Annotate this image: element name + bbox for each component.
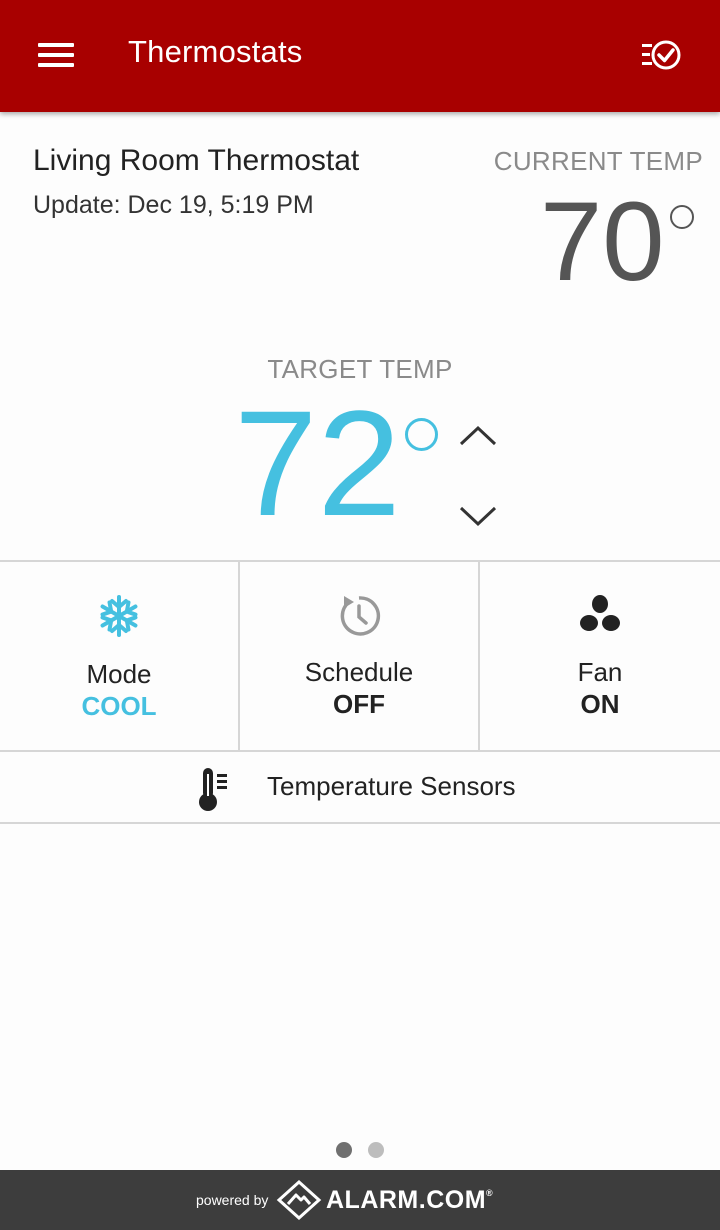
mode-tile[interactable]: Mode COOL [0, 563, 238, 749]
schedule-tile[interactable]: Schedule OFF [240, 563, 478, 749]
fan-tile[interactable]: Fan ON [480, 563, 720, 749]
schedule-label: Schedule [304, 657, 414, 687]
decrease-target-button[interactable] [452, 500, 504, 540]
increase-target-button[interactable] [452, 418, 504, 458]
app-bar: Thermostats [0, 0, 720, 112]
page-indicator-dot[interactable] [368, 1142, 384, 1158]
mode-value: COOL [81, 691, 157, 721]
registered-mark: ® [486, 1188, 494, 1198]
page-title: Thermostats [128, 34, 303, 69]
chevron-down-icon [459, 506, 497, 527]
last-update-text: Update: Dec 19, 5:19 PM [33, 191, 314, 219]
degree-icon [670, 205, 694, 229]
fan-label: Fan [577, 657, 623, 687]
mode-label: Mode [86, 659, 152, 689]
snowflake-icon [100, 595, 138, 637]
brand-name-text: ALARM.COM [326, 1186, 487, 1214]
menu-button[interactable] [28, 36, 84, 76]
thermostat-name: Living Room Thermostat [33, 144, 360, 177]
divider [0, 822, 720, 824]
page-indicator-dot-active[interactable] [336, 1142, 352, 1158]
powered-by-footer: powered by ALARM.COM® [0, 1170, 720, 1230]
chevron-up-icon [459, 425, 497, 446]
powered-by-text: powered by [196, 1192, 269, 1208]
checklist-button[interactable] [636, 34, 692, 78]
current-temp-value: 70 [540, 179, 665, 304]
fan-value: ON [580, 689, 620, 719]
temperature-sensors-label: Temperature Sensors [267, 771, 516, 801]
current-temp-label: CURRENT TEMP [493, 146, 703, 176]
target-temp-value: 72 [234, 379, 401, 547]
alarm-com-logo-icon [276, 1180, 322, 1220]
thermometer-icon [199, 768, 227, 811]
schedule-clock-icon [340, 596, 381, 636]
fan-icon [580, 595, 620, 631]
checklist-check-icon [642, 40, 681, 70]
divider [0, 560, 720, 562]
schedule-value: OFF [333, 689, 385, 719]
brand-name: ALARM.COM® [326, 1186, 493, 1215]
degree-icon [405, 418, 438, 451]
temperature-sensors-row[interactable]: Temperature Sensors [0, 752, 720, 822]
